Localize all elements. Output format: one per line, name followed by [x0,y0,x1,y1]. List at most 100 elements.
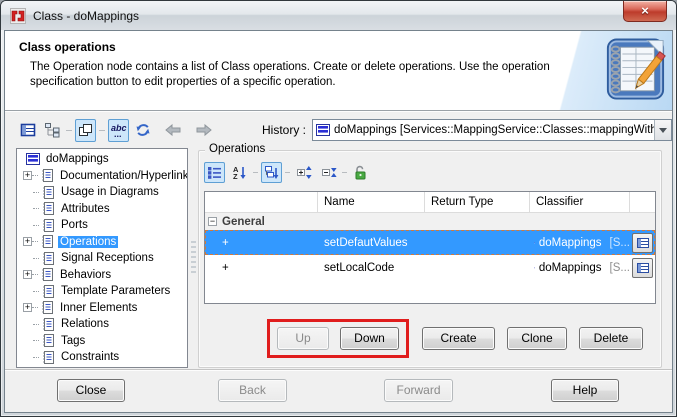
document-icon [40,234,54,249]
history-value: doMappings [Services::MappingService::Cl… [334,124,654,136]
expander-icon[interactable]: + [23,171,32,180]
table-group-row[interactable]: − General [205,213,655,230]
close-dialog-button[interactable]: Close [57,379,125,402]
clone-button[interactable]: Clone [507,327,567,350]
expander-icon[interactable]: + [23,270,32,279]
tree-item-label: Tags [59,335,87,347]
document-icon [41,201,55,216]
annotation-highlight: Up Down [267,319,409,358]
dialog-window: Class - doMappings × [0,0,677,417]
tree-item-documentation[interactable]: + Documentation/Hyperlinks [20,168,187,185]
forward-button[interactable]: Forward [384,379,453,402]
create-button[interactable]: Create [422,327,495,350]
abc-icon[interactable]: abc ... [108,119,129,142]
tree-item-label: Template Parameters [59,285,172,297]
toolbar-separator [99,130,105,131]
tree-item-label: Inner Elements [58,302,139,314]
group-by-icon[interactable] [261,162,282,183]
document-icon [41,284,55,299]
tree-item-label: Behaviors [58,269,113,281]
banner: Class operations The Operation node cont… [5,31,672,111]
columns-icon[interactable] [204,162,225,183]
tree-item-tags[interactable]: Tags [20,333,187,350]
panel-splitter[interactable] [188,148,198,368]
document-icon [41,185,55,200]
visibility-cell: + [205,255,318,280]
specification-button[interactable] [632,233,653,253]
tree-item-relations[interactable]: Relations [20,316,187,333]
properties-icon[interactable] [17,119,38,142]
sort-alphabetic-icon[interactable]: A Z [229,162,250,183]
expander-icon[interactable]: + [23,237,32,246]
tree-item-inner-elements[interactable]: + Inner Elements [20,300,187,317]
tree-item-behaviors[interactable]: + Behaviors [20,267,187,284]
close-button[interactable]: × [623,1,667,22]
back-button[interactable]: Back [218,379,287,402]
down-button[interactable]: Down [340,327,399,350]
class-icon [316,124,330,136]
notebook-pencil-icon [604,36,666,103]
document-icon [41,251,55,266]
tree-item-label: Ports [59,219,90,231]
spec-cell [630,255,655,280]
tree-item-label: Constraints [59,351,121,363]
dialog-client-area: Class operations The Operation node cont… [4,30,673,413]
spec-cell [630,230,655,255]
element-tree: doMappings + Documentation/Hyperlinks Us… [16,148,188,368]
tree-item-attributes[interactable]: Attributes [20,201,187,218]
expand-all-icon[interactable] [293,162,314,183]
refresh-icon[interactable] [133,119,154,142]
column-header-modifier [205,192,318,213]
collapse-group-icon[interactable]: − [208,217,217,226]
return-type-cell [425,230,530,255]
tree-item-operations[interactable]: + Operations [20,234,187,251]
document-icon [41,218,55,233]
classifier-detail: [S... [610,237,630,249]
operations-toolbar: A Z [204,159,661,185]
group-row-label: General [222,216,265,228]
delete-button[interactable]: Delete [579,327,643,350]
page-title: Class operations [19,40,116,54]
tree-item-ports[interactable]: Ports [20,217,187,234]
containment-tree-icon[interactable] [42,119,63,142]
toolbar-separator [285,172,290,173]
history-combobox[interactable]: doMappings [Services::MappingService::Cl… [312,119,672,141]
document-icon [41,317,55,332]
tree-item-label: Signal Receptions [59,252,156,264]
column-header-spec [630,192,655,213]
document-icon [41,350,55,365]
tree-item-label: Attributes [59,203,112,215]
visibility-cell: + [205,230,318,255]
tree-item-signal-receptions[interactable]: Signal Receptions [20,250,187,267]
expander-icon[interactable]: + [23,303,32,312]
document-icon [40,267,54,282]
dialog-footer: Close Back Forward Help [5,369,672,412]
tree-item-label: Relations [59,318,111,330]
combobox-dropdown-button[interactable] [654,120,671,140]
forward-arrow-icon[interactable] [193,119,214,142]
up-button[interactable]: Up [277,327,329,350]
unlocked-icon[interactable] [350,162,371,183]
table-header-row: Name Return Type Classifier [205,192,655,213]
classifier-cell: doMappings [S... [530,230,630,255]
column-header-name: Name [318,192,425,213]
tree-item-template-parameters[interactable]: Template Parameters [20,283,187,300]
tree-item-constraints[interactable]: Constraints [20,349,187,366]
tree-item-root[interactable]: doMappings [20,151,187,168]
window-title: Class - doMappings [33,9,139,23]
main-toolbar: abc ... [5,112,672,148]
specification-button[interactable] [632,258,653,278]
help-button[interactable]: Help [551,379,619,402]
back-arrow-icon[interactable] [163,119,184,142]
collapse-all-icon[interactable] [318,162,339,183]
group-title: Operations [205,143,269,155]
title-bar[interactable]: Class - doMappings × [1,1,676,30]
duplicate-icon[interactable] [75,119,96,142]
return-type-cell [425,255,530,280]
operations-table: Name Return Type Classifier − General + … [204,191,656,304]
tree-item-usage-in-diagrams[interactable]: Usage in Diagrams [20,184,187,201]
table-row[interactable]: + setLocalCode doMappings [S... [205,255,655,280]
class-icon [26,153,40,165]
table-row[interactable]: + setDefautValues doMappings [S... [205,230,655,255]
document-icon [41,333,55,348]
